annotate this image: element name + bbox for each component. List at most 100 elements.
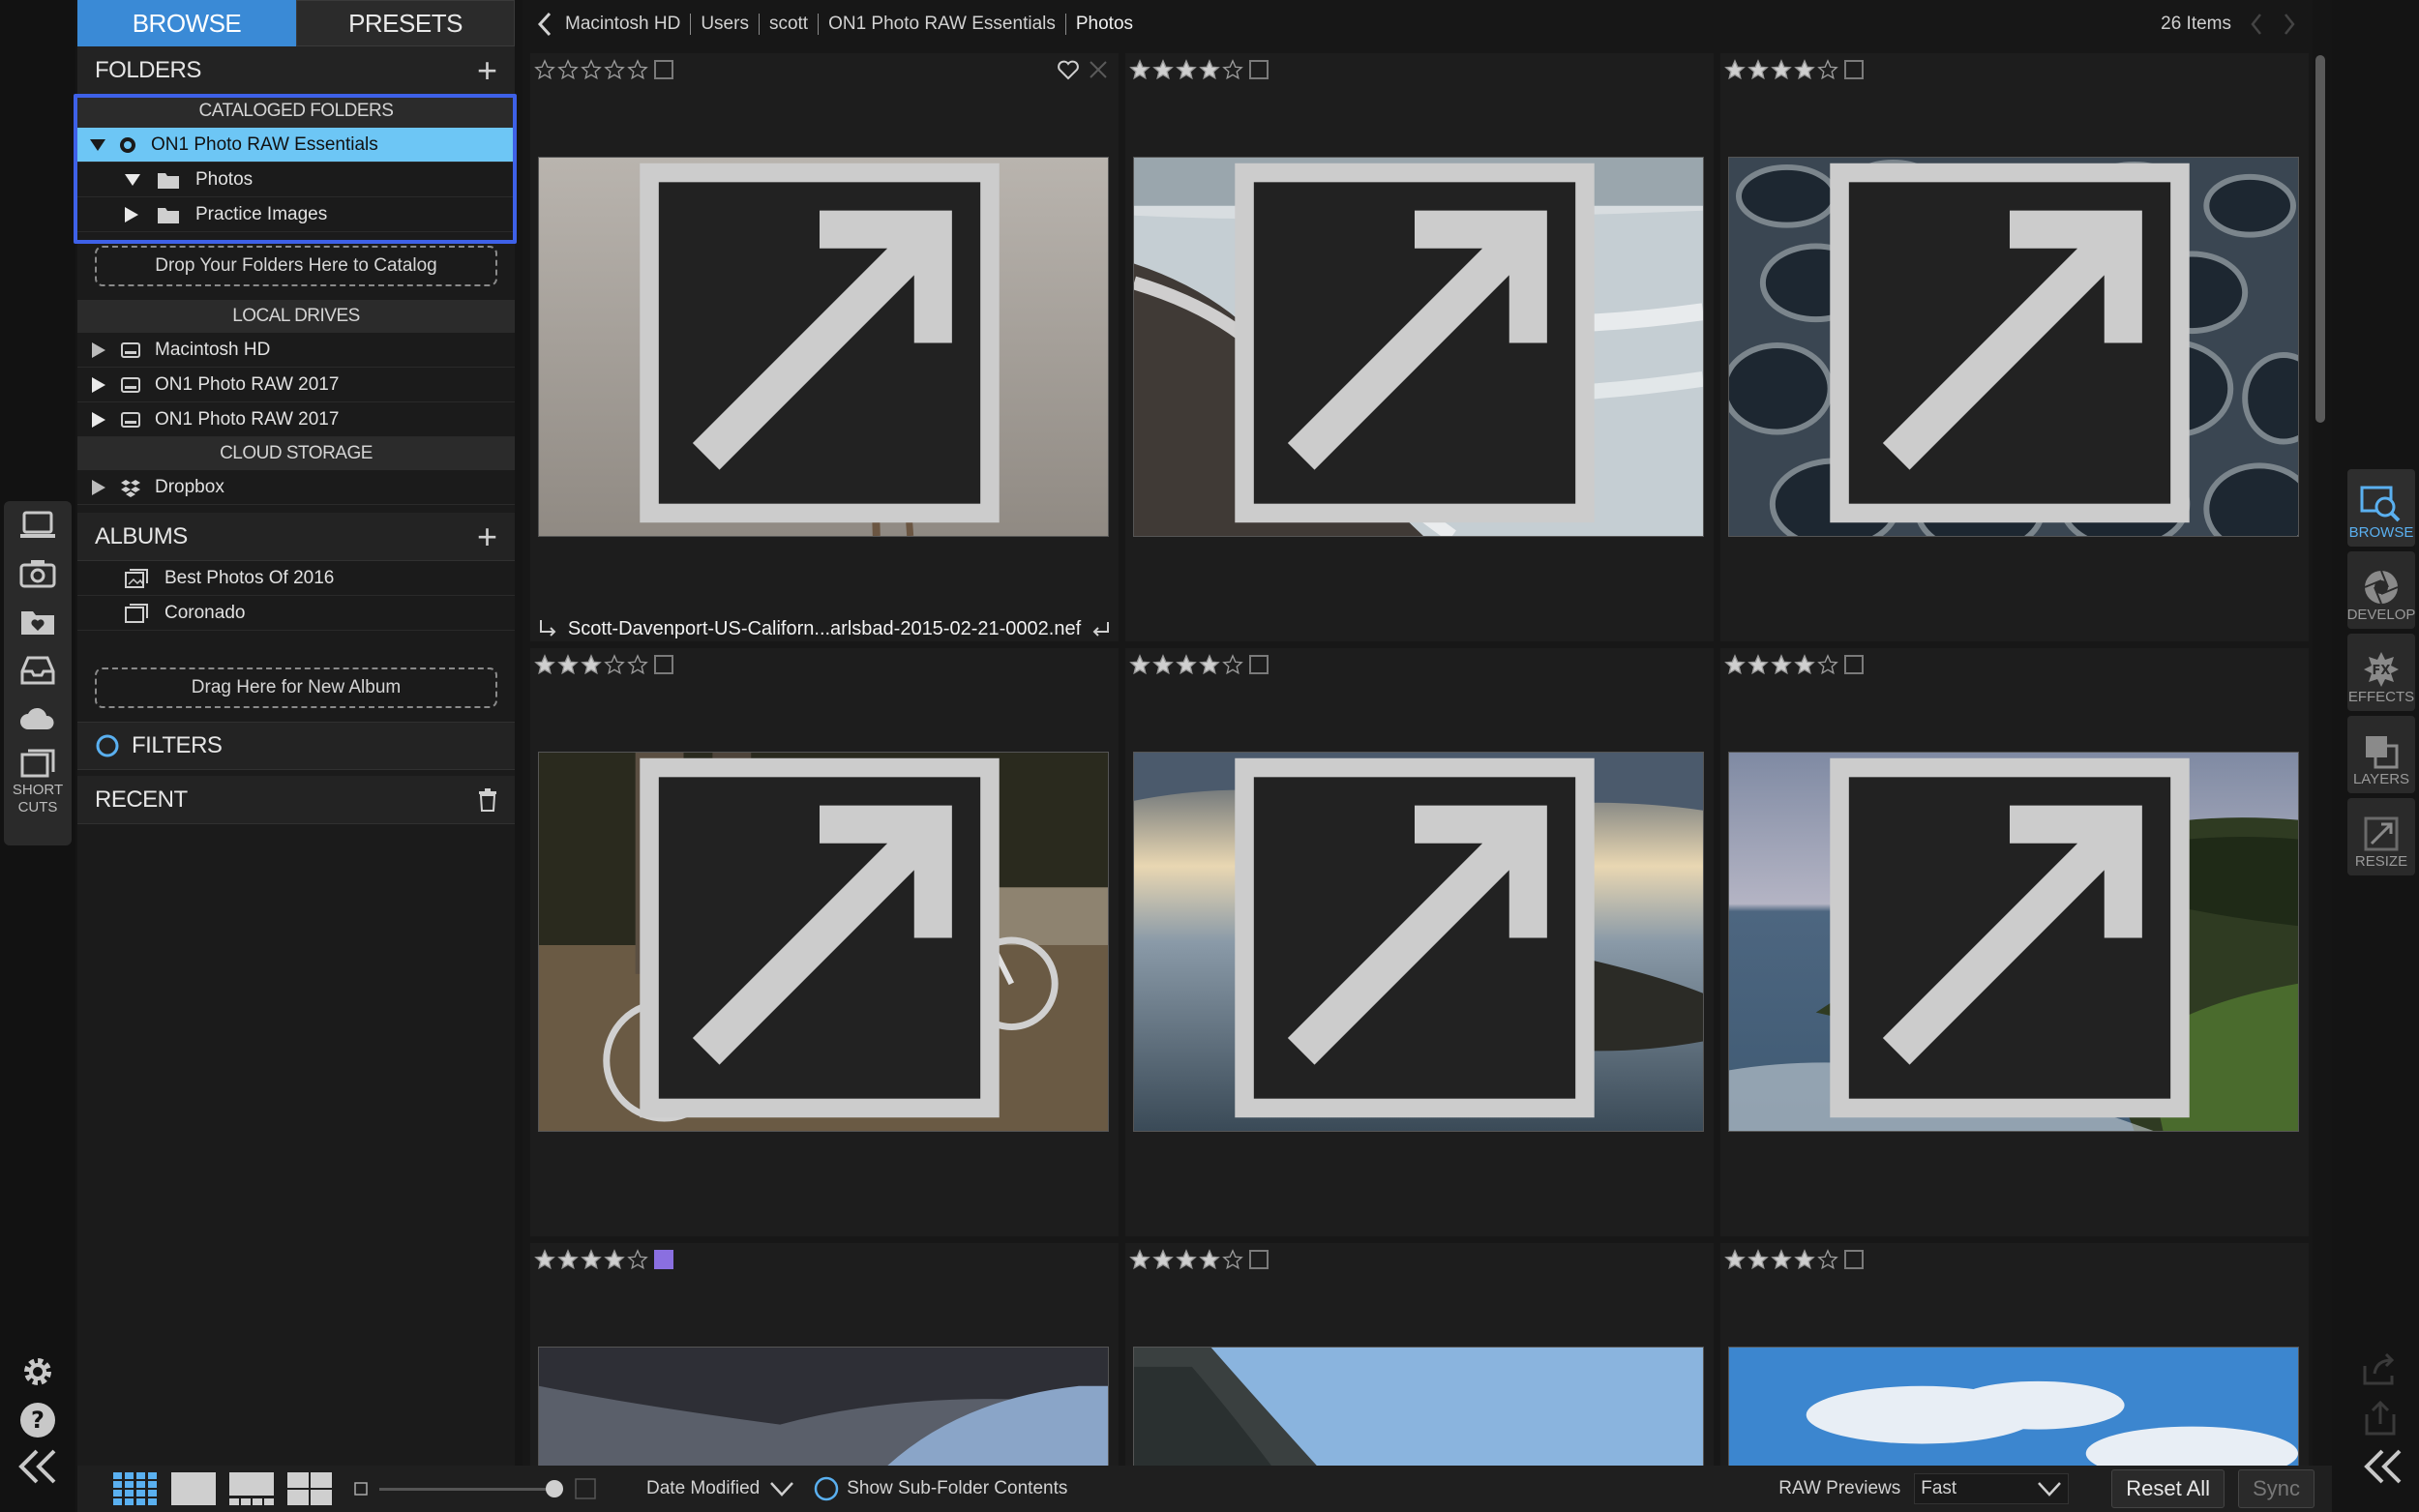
add-folder-icon[interactable]: +: [477, 52, 497, 88]
album-drop-zone[interactable]: Drag Here for New Album: [95, 667, 497, 708]
star-empty-icon[interactable]: [1817, 1249, 1838, 1270]
star-rating[interactable]: [534, 654, 673, 675]
star-empty-icon[interactable]: [1222, 1249, 1243, 1270]
star-filled-icon[interactable]: [1129, 654, 1150, 675]
photo-thumbnail[interactable]: [538, 1347, 1109, 1466]
star-filled-icon[interactable]: [1176, 654, 1197, 675]
drive-on1-photo-raw-2017-a[interactable]: ON1 Photo RAW 2017: [77, 368, 515, 402]
triangle-down-icon[interactable]: [124, 173, 141, 187]
help-button[interactable]: ?: [0, 1401, 75, 1439]
color-label-box[interactable]: [1249, 1250, 1269, 1269]
camera-shortcut[interactable]: [4, 549, 72, 598]
rotate-right-icon[interactable]: [1090, 618, 1112, 639]
star-filled-icon[interactable]: [1199, 59, 1220, 80]
thumbnail-cell[interactable]: [1125, 53, 1714, 641]
grid-view-icon[interactable]: [112, 1471, 159, 1506]
star-filled-icon[interactable]: [1771, 59, 1792, 80]
star-filled-icon[interactable]: [557, 1249, 579, 1270]
star-rating[interactable]: [1724, 1249, 1864, 1270]
star-filled-icon[interactable]: [1152, 59, 1174, 80]
star-rating[interactable]: [1724, 59, 1864, 80]
drive-shortcut[interactable]: [4, 646, 72, 695]
next-chevron-icon[interactable]: [2282, 12, 2297, 37]
album-best-photos-2016[interactable]: Best Photos Of 2016: [77, 561, 515, 596]
filmstrip-view-icon[interactable]: [228, 1471, 275, 1506]
star-empty-icon[interactable]: [627, 1249, 648, 1270]
star-filled-icon[interactable]: [1129, 59, 1150, 80]
star-filled-icon[interactable]: [1152, 654, 1174, 675]
breadcrumb-item[interactable]: scott: [760, 14, 820, 35]
star-filled-icon[interactable]: [1199, 1249, 1220, 1270]
color-label-box[interactable]: [654, 655, 673, 674]
star-filled-icon[interactable]: [1794, 654, 1815, 675]
triangle-right-icon[interactable]: [124, 206, 139, 223]
album-coronado[interactable]: Coronado: [77, 596, 515, 631]
settings-button[interactable]: [0, 1352, 75, 1391]
heart-icon[interactable]: [1057, 59, 1080, 80]
collapse-right-button[interactable]: [2361, 1447, 2405, 1491]
reject-x-icon[interactable]: [1088, 59, 1109, 80]
prev-chevron-icon[interactable]: [2249, 12, 2264, 37]
star-rating[interactable]: [1129, 654, 1269, 675]
star-rating[interactable]: [1724, 654, 1864, 675]
thumbnail-cell[interactable]: [1125, 1243, 1714, 1466]
filters-header[interactable]: FILTERS: [77, 722, 515, 770]
folders-header[interactable]: FOLDERS +: [77, 46, 515, 95]
photo-thumbnail[interactable]: [1728, 157, 2299, 537]
star-filled-icon[interactable]: [1176, 59, 1197, 80]
photo-thumbnail[interactable]: [538, 752, 1109, 1132]
star-empty-icon[interactable]: [604, 654, 625, 675]
module-resize[interactable]: RESIZE: [2347, 798, 2415, 875]
star-filled-icon[interactable]: [1724, 1249, 1746, 1270]
cloud-dropbox[interactable]: Dropbox: [77, 470, 515, 505]
raw-previews-dropdown[interactable]: Fast: [1914, 1473, 2070, 1504]
selected-filename-row[interactable]: Scott-Davenport-US-Californ...arlsbad-20…: [530, 614, 1119, 643]
star-rating[interactable]: [534, 1249, 673, 1270]
module-effects[interactable]: FX EFFECTS: [2347, 634, 2415, 711]
star-filled-icon[interactable]: [581, 1249, 602, 1270]
catalog-item-photos[interactable]: Photos: [77, 163, 515, 197]
star-empty-icon[interactable]: [581, 59, 602, 80]
compare-view-icon[interactable]: [286, 1471, 333, 1506]
catalog-drop-zone[interactable]: Drop Your Folders Here to Catalog: [95, 246, 497, 286]
star-rating[interactable]: [534, 59, 673, 80]
color-label-box[interactable]: [654, 1250, 673, 1269]
catalog-item-practice-images[interactable]: Practice Images: [77, 197, 515, 232]
tab-presets[interactable]: PRESETS: [296, 0, 515, 46]
thumbnail-cell[interactable]: [530, 1243, 1119, 1466]
color-label-box[interactable]: [1844, 655, 1864, 674]
star-rating[interactable]: [1129, 1249, 1269, 1270]
back-chevron-icon[interactable]: [534, 11, 555, 38]
reset-all-button[interactable]: Reset All: [2111, 1469, 2225, 1508]
star-filled-icon[interactable]: [1747, 1249, 1769, 1270]
sort-dropdown[interactable]: Date Modified: [646, 1478, 794, 1499]
module-browse[interactable]: BROWSE: [2347, 469, 2415, 547]
module-develop[interactable]: DEVELOP: [2347, 551, 2415, 629]
recent-header[interactable]: RECENT: [77, 776, 515, 824]
grid-scrollbar[interactable]: [2313, 53, 2328, 1466]
add-album-icon[interactable]: +: [477, 519, 497, 554]
photo-thumbnail[interactable]: [538, 157, 1109, 537]
star-empty-icon[interactable]: [627, 59, 648, 80]
trash-icon[interactable]: [478, 787, 497, 812]
star-filled-icon[interactable]: [1152, 1249, 1174, 1270]
subfolder-toggle[interactable]: Show Sub-Folder Contents: [814, 1476, 1067, 1501]
triangle-right-icon[interactable]: [91, 411, 106, 429]
star-empty-icon[interactable]: [1222, 654, 1243, 675]
scrollbar-thumb[interactable]: [2315, 55, 2325, 423]
star-filled-icon[interactable]: [1747, 59, 1769, 80]
detail-view-icon[interactable]: [170, 1471, 217, 1506]
photo-thumbnail[interactable]: [1133, 752, 1704, 1132]
photo-thumbnail[interactable]: [1728, 752, 2299, 1132]
star-empty-icon[interactable]: [1817, 654, 1838, 675]
favorites-shortcut[interactable]: [4, 598, 72, 646]
star-filled-icon[interactable]: [1724, 654, 1746, 675]
tab-browse[interactable]: BROWSE: [77, 0, 296, 46]
color-label-box[interactable]: [1249, 60, 1269, 79]
thumbnail-size-slider[interactable]: [379, 1479, 563, 1498]
star-filled-icon[interactable]: [581, 654, 602, 675]
triangle-down-icon[interactable]: [89, 138, 106, 152]
export-button[interactable]: [2361, 1400, 2400, 1440]
star-filled-icon[interactable]: [534, 654, 555, 675]
star-filled-icon[interactable]: [1724, 59, 1746, 80]
